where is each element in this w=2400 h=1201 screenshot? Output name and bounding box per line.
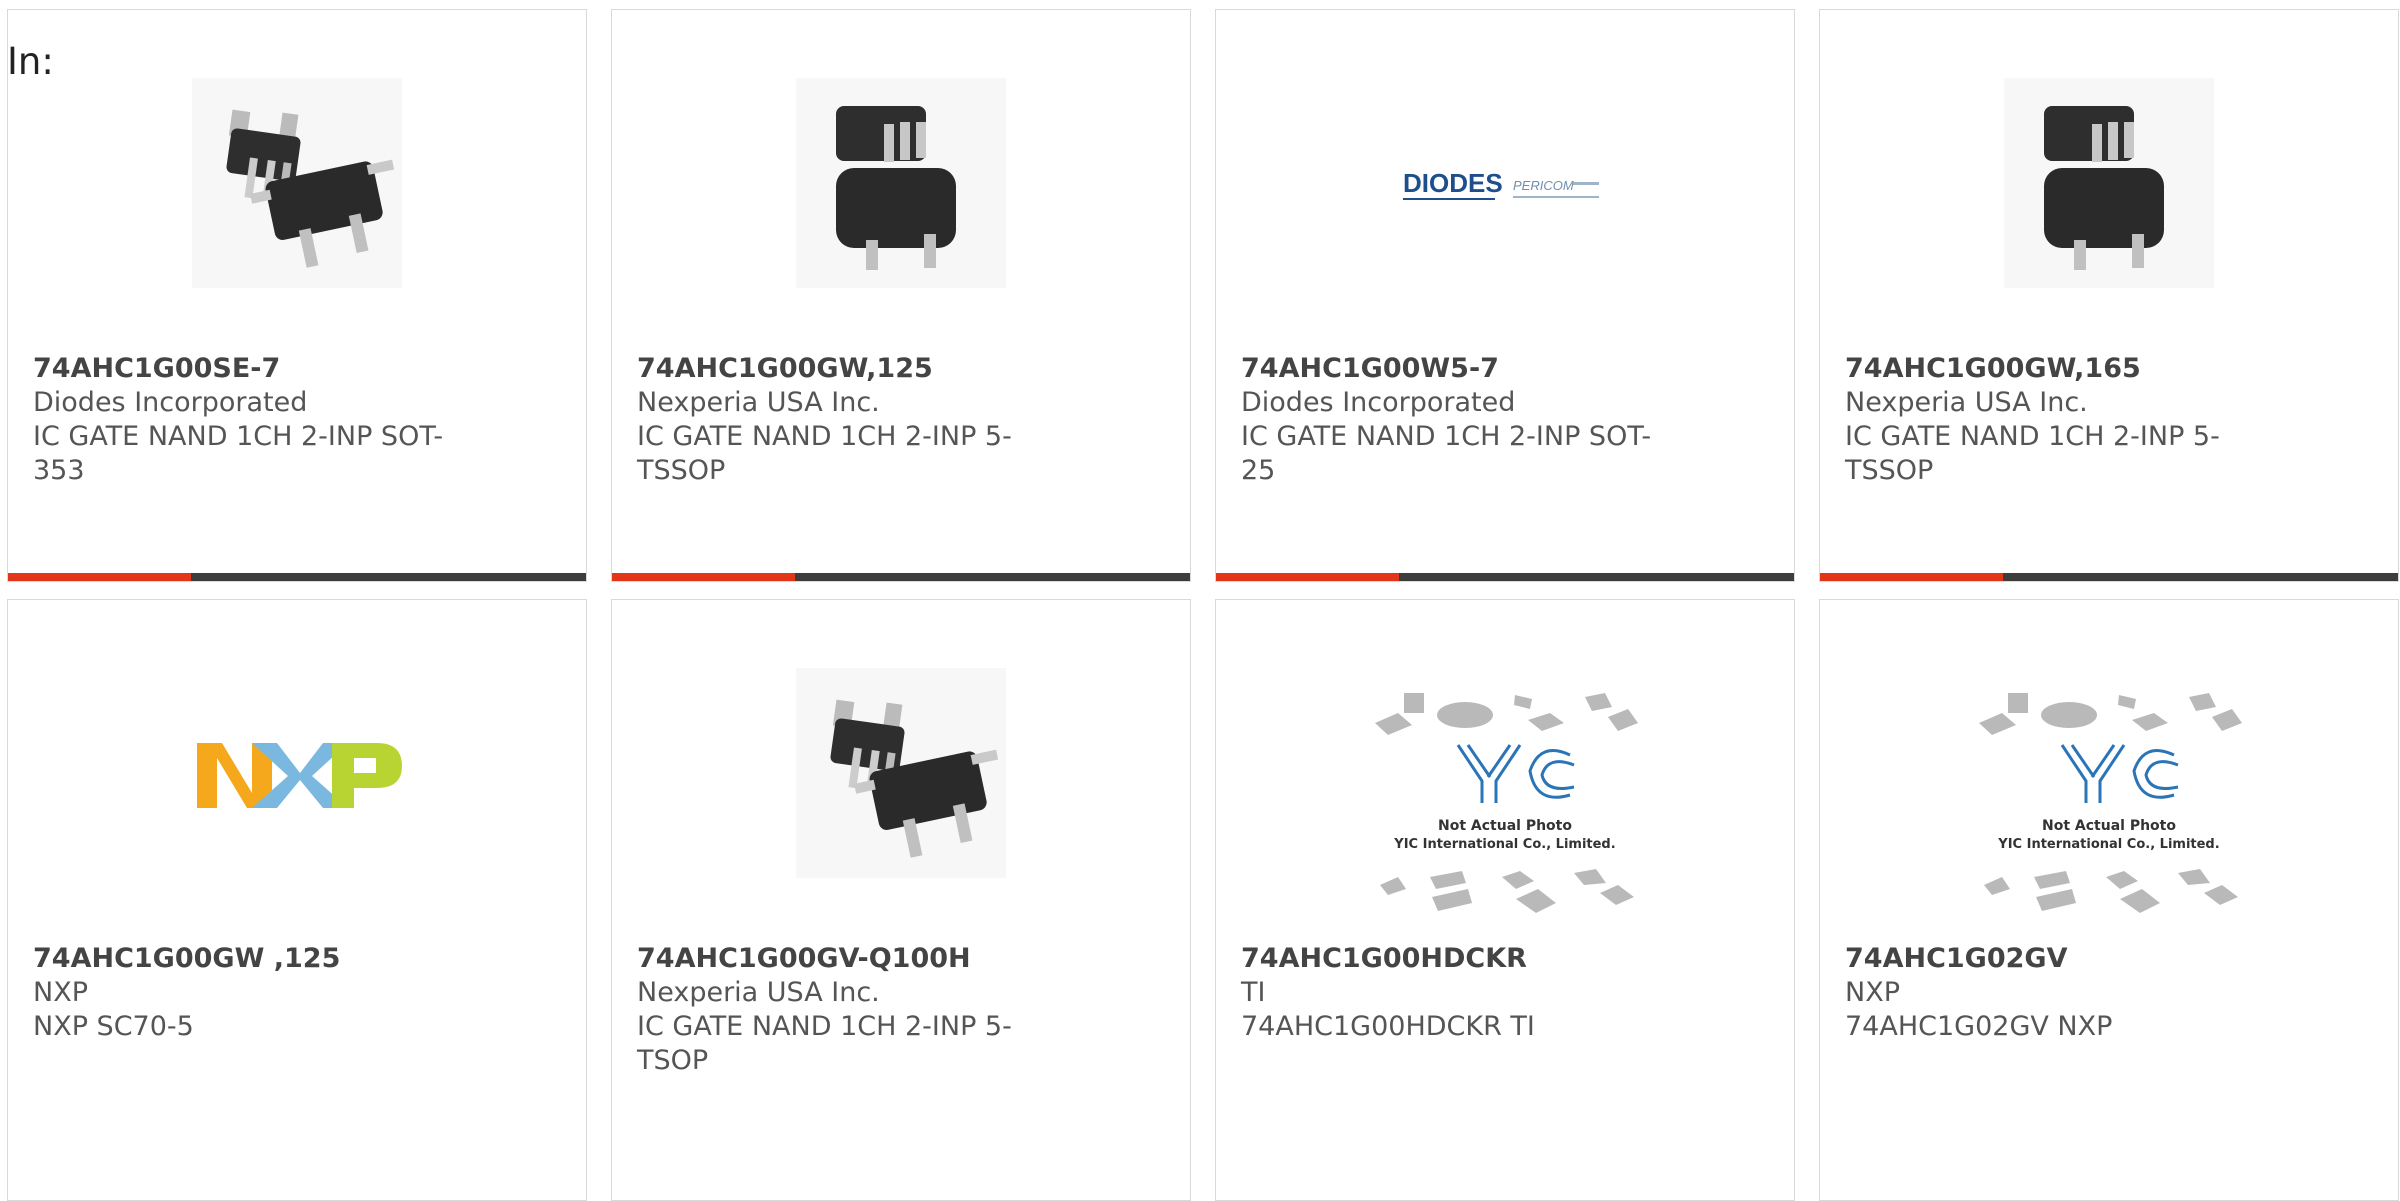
product-image[interactable] <box>796 78 1006 288</box>
part-number-link[interactable]: 74AHC1G00GV-Q100H <box>637 942 1057 976</box>
chip-photo-icon <box>2004 78 2214 288</box>
svg-text:YIC International Co., Limited: YIC International Co., Limited. <box>1393 837 1615 852</box>
manufacturer: Nexperia USA Inc. <box>637 387 880 418</box>
accent-bar <box>612 573 795 581</box>
manufacturer: Diodes Incorporated <box>33 387 308 418</box>
product-image[interactable]: Not Actual Photo YIC International Co., … <box>1974 685 2244 925</box>
part-number-link[interactable]: 74AHC1G00GW,125 <box>637 352 1057 386</box>
product-card[interactable]: 74AHC1G00GW,165 Nexperia USA Inc. IC GAT… <box>1819 9 2399 582</box>
product-card[interactable]: DIODES PERICOM 74AHC1G00W5-7 Diodes Inco… <box>1215 9 1795 582</box>
chip-photo-icon <box>796 668 1006 878</box>
description: IC GATE NAND 1CH 2-INP 5-TSSOP <box>637 421 1012 486</box>
product-grid: 74AHC1G00SE-7 Diodes Incorporated IC GAT… <box>7 9 2400 1201</box>
part-number-link[interactable]: 74AHC1G02GV <box>1845 942 2265 976</box>
description: IC GATE NAND 1CH 2-INP SOT-25 <box>1241 421 1652 486</box>
card-footer-bar <box>8 573 586 581</box>
accent-bar <box>8 573 191 581</box>
product-card[interactable]: 74AHC1G00GV-Q100H Nexperia USA Inc. IC G… <box>611 599 1191 1201</box>
product-card[interactable]: Not Actual Photo YIC International Co., … <box>1819 599 2399 1201</box>
manufacturer: NXP <box>33 977 88 1008</box>
part-number-link[interactable]: 74AHC1G00GW ,125 <box>33 942 453 976</box>
manufacturer: NXP <box>1845 977 1900 1008</box>
chip-photo-icon <box>796 78 1006 288</box>
accent-bar <box>1216 573 1399 581</box>
product-image[interactable] <box>192 668 402 878</box>
accent-bar <box>1820 573 2003 581</box>
product-info: 74AHC1G00GW,125 Nexperia USA Inc. IC GAT… <box>637 352 1057 488</box>
description: 74AHC1G02GV NXP <box>1845 1011 2113 1042</box>
description: NXP SC70-5 <box>33 1011 194 1042</box>
product-image[interactable] <box>2004 78 2214 288</box>
in-label: In: <box>7 40 54 83</box>
card-footer-bar <box>1216 573 1794 581</box>
svg-text:Not Actual Photo: Not Actual Photo <box>2042 818 2176 834</box>
card-footer-bar <box>1820 573 2398 581</box>
part-number-link[interactable]: 74AHC1G00GW,165 <box>1845 352 2265 386</box>
manufacturer: Nexperia USA Inc. <box>1845 387 2088 418</box>
svg-text:PERICOM: PERICOM <box>1513 178 1574 193</box>
product-info: 74AHC1G00HDCKR TI 74AHC1G00HDCKR TI <box>1241 942 1661 1044</box>
product-card[interactable]: Not Actual Photo YIC International Co., … <box>1215 599 1795 1201</box>
description: IC GATE NAND 1CH 2-INP 5-TSSOP <box>1845 421 2220 486</box>
description: 74AHC1G00HDCKR TI <box>1241 1011 1535 1042</box>
product-card[interactable]: 74AHC1G00GW,125 Nexperia USA Inc. IC GAT… <box>611 9 1191 582</box>
card-footer-bar <box>612 573 1190 581</box>
product-info: 74AHC1G00SE-7 Diodes Incorporated IC GAT… <box>33 352 453 488</box>
description: IC GATE NAND 1CH 2-INP 5-TSOP <box>637 1011 1012 1076</box>
product-image[interactable] <box>796 668 1006 878</box>
part-number-link[interactable]: 74AHC1G00HDCKR <box>1241 942 1661 976</box>
diodes-pericom-logo-icon: DIODES PERICOM <box>1403 168 1599 200</box>
manufacturer: TI <box>1241 977 1266 1008</box>
product-info: 74AHC1G00GV-Q100H Nexperia USA Inc. IC G… <box>637 942 1057 1078</box>
chip-photo-icon <box>192 78 402 288</box>
svg-text:Not Actual Photo: Not Actual Photo <box>1438 818 1572 834</box>
manufacturer: Diodes Incorporated <box>1241 387 1516 418</box>
product-image[interactable] <box>192 78 402 288</box>
product-info: 74AHC1G00GW,165 Nexperia USA Inc. IC GAT… <box>1845 352 2265 488</box>
yic-placeholder-icon: Not Actual Photo YIC International Co., … <box>1979 693 2242 913</box>
part-number-link[interactable]: 74AHC1G00W5-7 <box>1241 352 1661 386</box>
product-image[interactable]: DIODES PERICOM <box>1395 78 1615 288</box>
product-info: 74AHC1G00W5-7 Diodes Incorporated IC GAT… <box>1241 352 1661 488</box>
product-card[interactable]: 74AHC1G00GW ,125 NXP NXP SC70-5 <box>7 599 587 1201</box>
nxp-logo-icon <box>197 743 402 808</box>
product-image[interactable]: Not Actual Photo YIC International Co., … <box>1370 685 1640 925</box>
manufacturer: Nexperia USA Inc. <box>637 977 880 1008</box>
product-card[interactable]: 74AHC1G00SE-7 Diodes Incorporated IC GAT… <box>7 9 587 582</box>
product-info: 74AHC1G00GW ,125 NXP NXP SC70-5 <box>33 942 453 1044</box>
yic-placeholder-icon: Not Actual Photo YIC International Co., … <box>1375 693 1638 913</box>
part-number-link[interactable]: 74AHC1G00SE-7 <box>33 352 453 386</box>
svg-text:YIC International Co., Limited: YIC International Co., Limited. <box>1997 837 2219 852</box>
description: IC GATE NAND 1CH 2-INP SOT-353 <box>33 421 444 486</box>
product-info: 74AHC1G02GV NXP 74AHC1G02GV NXP <box>1845 942 2265 1044</box>
svg-text:DIODES: DIODES <box>1403 168 1503 198</box>
